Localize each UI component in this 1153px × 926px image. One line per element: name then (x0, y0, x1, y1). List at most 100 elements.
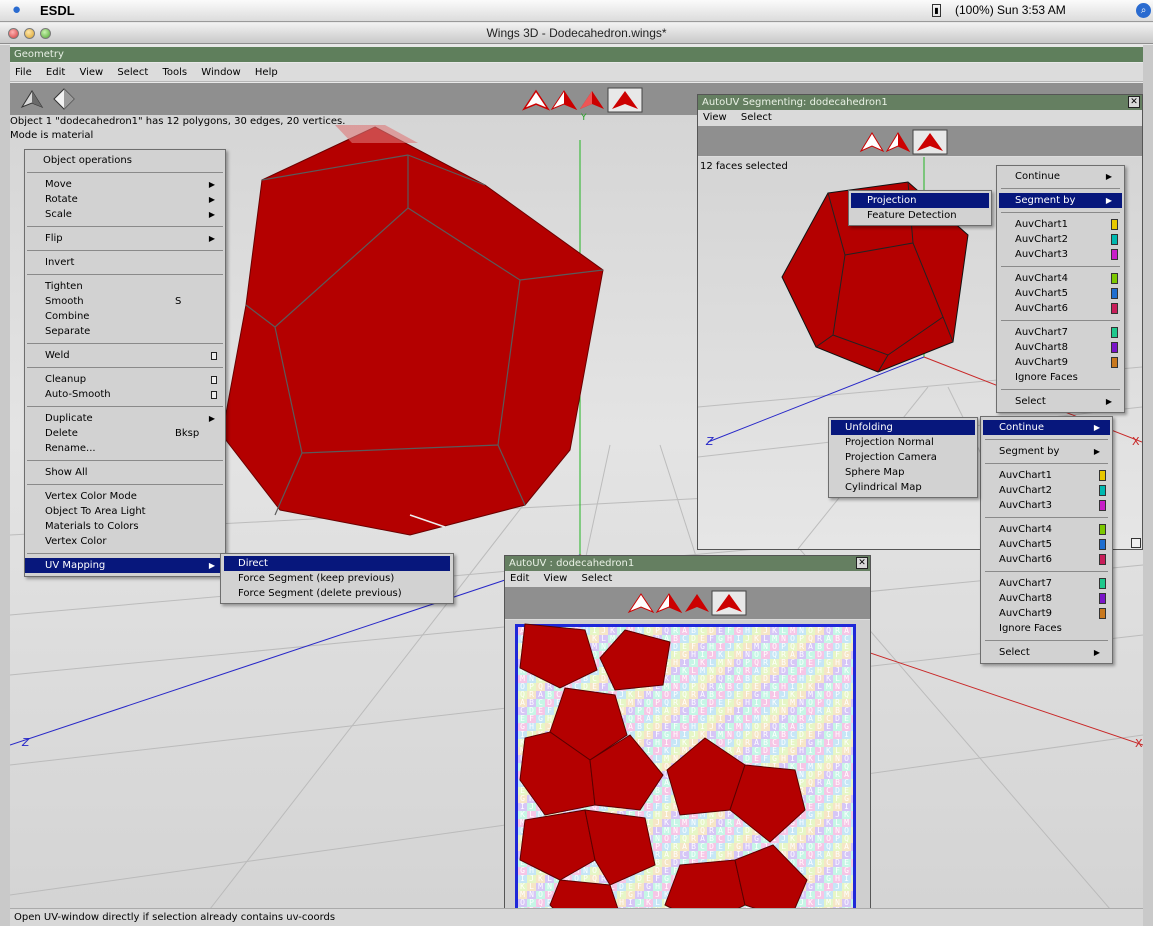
chart-list-lower: AuvChart1 AuvChart2 AuvChart3 AuvChart4 AuvC… (983, 468, 1110, 621)
option-box-icon[interactable] (211, 376, 217, 384)
object-menu-item[interactable]: Delete Bksp (25, 426, 225, 441)
chart-item[interactable]: AuvChart3 (983, 498, 1110, 513)
selection-mode-icons[interactable] (520, 87, 645, 113)
chart-item[interactable]: AuvChart2 (999, 232, 1122, 247)
chart-color-swatch (1111, 273, 1118, 284)
uv-force-delete-item[interactable]: Force Segment (delete previous) (224, 586, 450, 601)
object-menu-item[interactable]: Flip ▶ (25, 231, 225, 246)
chart-item[interactable]: AuvChart3 (999, 247, 1122, 262)
object-menu-item[interactable]: Vertex Color Mode (25, 489, 225, 504)
chart-item[interactable]: AuvChart6 (999, 301, 1122, 316)
chart-item[interactable]: AuvChart4 (999, 271, 1122, 286)
close-window-icon[interactable] (8, 28, 19, 39)
uv-menu-view[interactable]: View (544, 573, 568, 584)
uv-direct-item[interactable]: Direct (224, 556, 450, 571)
sphere-map-item[interactable]: Sphere Map (831, 465, 975, 480)
uv-menu-select[interactable]: Select (581, 573, 612, 584)
close-icon[interactable]: ✕ (856, 557, 868, 569)
object-menu-item[interactable]: Cleanup (25, 372, 225, 387)
chart-item[interactable]: AuvChart7 (983, 576, 1110, 591)
chart-color-swatch (1099, 593, 1106, 604)
spotlight-icon[interactable]: ⌕ (1136, 3, 1151, 18)
object-menu-item[interactable]: Vertex Color (25, 534, 225, 549)
autouv-title-bar[interactable]: AutoUV : dodecahedron1 ✕ (505, 556, 870, 571)
projection-item[interactable]: Projection (851, 193, 989, 208)
menu-edit[interactable]: Edit (46, 67, 65, 78)
seg-menu-view[interactable]: View (703, 112, 727, 123)
resize-grip-icon[interactable] (1131, 538, 1141, 548)
chart-color-swatch (1111, 249, 1118, 260)
menu-view[interactable]: View (79, 67, 103, 78)
minimize-window-icon[interactable] (24, 28, 35, 39)
segment-by-item-lower[interactable]: Segment by ▶ (983, 444, 1110, 459)
object-menu-item[interactable]: Weld (25, 348, 225, 363)
continue-item[interactable]: Continue ▶ (999, 169, 1122, 184)
object-menu-item[interactable]: Show All (25, 465, 225, 480)
clock-status[interactable]: (100%) Sun 3:53 AM (955, 3, 1113, 17)
view-mode-icons[interactable] (20, 87, 80, 111)
chart-item[interactable]: AuvChart5 (999, 286, 1122, 301)
menu-window[interactable]: Window (201, 67, 240, 78)
object-menu-item[interactable]: UV Mapping ▶ (25, 558, 225, 573)
object-menu-item[interactable]: Move ▶ (25, 177, 225, 192)
object-menu-item[interactable]: Smooth S (25, 294, 225, 309)
select-item[interactable]: Select ▶ (999, 394, 1122, 409)
chart-item[interactable]: AuvChart6 (983, 552, 1110, 567)
segment-by-item[interactable]: Segment by ▶ (999, 193, 1122, 208)
object-menu-item[interactable]: Rotate ▶ (25, 192, 225, 207)
chart-color-swatch (1099, 608, 1106, 619)
ignore-faces-item-lower[interactable]: Ignore Faces (983, 621, 1110, 636)
uv-editor-area[interactable]: ABCDEFGHIJKLMNOPQRABCDEFGHIJKLMNOPQRABCD… (505, 620, 870, 925)
chart-item[interactable]: AuvChart8 (983, 591, 1110, 606)
chart-item[interactable]: AuvChart2 (983, 483, 1110, 498)
menu-separator (27, 406, 223, 407)
seg-menu-select[interactable]: Select (741, 112, 772, 123)
apple-icon[interactable]: ● (12, 1, 21, 18)
continue-item-active[interactable]: Continue ▶ (983, 420, 1110, 435)
chart-item[interactable]: AuvChart5 (983, 537, 1110, 552)
geometry-title: Geometry (10, 47, 1143, 62)
object-menu-item[interactable]: Rename... (25, 441, 225, 456)
object-menu-item[interactable]: Object To Area Light (25, 504, 225, 519)
cylindrical-map-item[interactable]: Cylindrical Map (831, 480, 975, 495)
chart-item[interactable]: AuvChart9 (999, 355, 1122, 370)
segment-menu-upper: Continue ▶ Segment by ▶ AuvChart1 AuvChart2… (996, 165, 1125, 413)
battery-icon[interactable]: ▮ (932, 4, 941, 17)
segmenting-title-bar[interactable]: AutoUV Segmenting: dodecahedron1 ✕ (698, 95, 1142, 110)
object-menu-item[interactable]: Combine (25, 309, 225, 324)
option-box-icon[interactable] (211, 352, 217, 360)
menu-tools[interactable]: Tools (162, 67, 187, 78)
object-menu-item[interactable]: Tighten (25, 279, 225, 294)
zoom-window-icon[interactable] (40, 28, 51, 39)
ignore-faces-item[interactable]: Ignore Faces (999, 370, 1122, 385)
window-title-bar[interactable]: Wings 3D - Dodecahedron.wings* (0, 23, 1153, 44)
close-icon[interactable]: ✕ (1128, 96, 1140, 108)
menu-separator (27, 250, 223, 251)
object-menu-item[interactable]: Invert (25, 255, 225, 270)
option-box-icon[interactable] (211, 391, 217, 399)
object-menu-item[interactable]: Scale ▶ (25, 207, 225, 222)
chart-item[interactable]: AuvChart7 (999, 325, 1122, 340)
projection-camera-item[interactable]: Projection Camera (831, 450, 975, 465)
menu-help[interactable]: Help (255, 67, 278, 78)
object-menu-item[interactable]: Auto-Smooth (25, 387, 225, 402)
menu-select[interactable]: Select (117, 67, 148, 78)
menu-file[interactable]: File (15, 67, 32, 78)
chart-item[interactable]: AuvChart9 (983, 606, 1110, 621)
unfolding-item[interactable]: Unfolding (831, 420, 975, 435)
object-menu-item[interactable]: Duplicate ▶ (25, 411, 225, 426)
select-item-lower[interactable]: Select ▶ (983, 645, 1110, 660)
object-menu-item[interactable]: Separate (25, 324, 225, 339)
chart-item[interactable]: AuvChart4 (983, 522, 1110, 537)
projection-normal-item[interactable]: Projection Normal (831, 435, 975, 450)
object-menu-item[interactable]: Materials to Colors (25, 519, 225, 534)
uv-force-keep-item[interactable]: Force Segment (keep previous) (224, 571, 450, 586)
chart-item[interactable]: AuvChart8 (999, 340, 1122, 355)
app-name[interactable]: ESDL (40, 3, 75, 18)
uv-menu-edit[interactable]: Edit (510, 573, 529, 584)
chart-item[interactable]: AuvChart1 (999, 217, 1122, 232)
seg-selection-mode-icons[interactable] (858, 129, 954, 155)
uv-selection-mode-icons[interactable] (625, 590, 749, 616)
chart-item[interactable]: AuvChart1 (983, 468, 1110, 483)
feature-detection-item[interactable]: Feature Detection (851, 208, 989, 223)
